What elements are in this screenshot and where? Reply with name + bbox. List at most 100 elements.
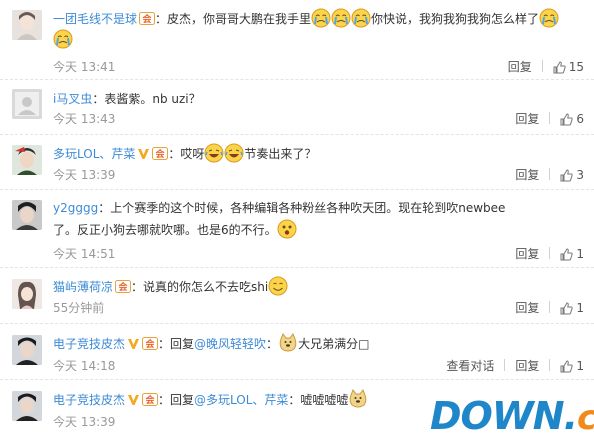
doge-emoji-icon bbox=[348, 389, 368, 409]
comment-text: ：皮杰，你哥哥大鹏在我手里 bbox=[155, 12, 312, 26]
thumbs-up-icon bbox=[560, 302, 574, 315]
avatar[interactable] bbox=[12, 89, 42, 119]
like-count: 1 bbox=[576, 247, 584, 261]
username-link[interactable]: 猫屿薄荷凉 bbox=[53, 280, 113, 294]
comment-actions: 回复 15 bbox=[508, 57, 584, 77]
laughing-emoji-icon bbox=[224, 143, 244, 163]
reply-button[interactable]: 回复 bbox=[508, 60, 532, 74]
comment-time: 今天 13:39 bbox=[53, 415, 116, 429]
comment-text: ：回复 bbox=[158, 393, 195, 407]
thumbs-up-icon bbox=[553, 61, 566, 74]
surprised-emoji-icon bbox=[277, 219, 297, 239]
username-link[interactable]: 电子竞技皮杰 bbox=[53, 337, 125, 351]
comment-time: 今天 14:51 bbox=[53, 247, 116, 261]
divider bbox=[504, 359, 506, 371]
comment-text: 大兄弟满分□ bbox=[298, 337, 370, 351]
comment-time: 今天 13:39 bbox=[53, 168, 116, 182]
mention-link[interactable]: @晚风轻轻吹 bbox=[194, 337, 266, 351]
divider bbox=[541, 60, 543, 72]
like-button[interactable]: 6 bbox=[560, 112, 584, 126]
svg-text:会: 会 bbox=[119, 281, 129, 293]
reply-button[interactable]: 回复 bbox=[515, 168, 539, 182]
crying-emoji-icon bbox=[311, 8, 331, 28]
smile-emoji-icon bbox=[268, 276, 288, 296]
comment-actions: 回复 1 bbox=[515, 298, 584, 318]
comment-text: ：说真的你怎么不去吃shi bbox=[131, 280, 269, 294]
laughing-emoji-icon bbox=[204, 143, 224, 163]
comment-time: 今天 13:41 bbox=[53, 60, 116, 74]
like-count: 1 bbox=[576, 359, 584, 373]
thumbs-up-icon bbox=[560, 360, 574, 373]
member-badge-icon: 会 bbox=[142, 393, 159, 406]
thumbs-up-icon bbox=[560, 113, 574, 126]
username-link[interactable]: i马叉虫 bbox=[53, 92, 92, 106]
reply-button[interactable]: 回复 bbox=[515, 359, 539, 373]
thumbs-up-icon bbox=[560, 169, 574, 182]
like-button[interactable]: 1 bbox=[560, 301, 584, 315]
avatar[interactable] bbox=[12, 335, 42, 365]
comment-feed: 一团毛线不是球会：皮杰，你哥哥大鹏在我手里 你快说，我狗我狗我狗怎么样了 今天 1… bbox=[0, 0, 594, 440]
comment-text: ：回复 bbox=[158, 337, 195, 351]
username-link[interactable]: 电子竞技皮杰 bbox=[53, 393, 125, 407]
comment-item: 一团毛线不是球会：皮杰，你哥哥大鹏在我手里 你快说，我狗我狗我狗怎么样了 今天 1… bbox=[0, 0, 594, 80]
verified-v-icon bbox=[137, 147, 150, 160]
username-link[interactable]: 多玩LOL、芹菜 bbox=[53, 147, 135, 161]
comment-text: ：嘘嘘嘘嘘 bbox=[288, 393, 349, 407]
comment-item: i马叉虫：表酱紫。nb uzi？ 今天 13:43 回复 6 bbox=[0, 80, 594, 135]
comment-text: ：哎呀 bbox=[168, 147, 205, 161]
thumbs-up-icon bbox=[560, 248, 574, 261]
comment-text: ：表酱紫。nb uzi？ bbox=[92, 92, 201, 106]
like-count: 6 bbox=[576, 112, 584, 126]
divider bbox=[549, 168, 551, 180]
mention-link[interactable]: @多玩LOL、芹菜 bbox=[194, 393, 288, 407]
reply-button[interactable]: 回复 bbox=[515, 301, 539, 315]
comment-time: 55分钟前 bbox=[53, 301, 105, 315]
comment-actions: 回复 1 bbox=[515, 244, 584, 264]
divider bbox=[549, 112, 551, 124]
avatar[interactable] bbox=[12, 391, 42, 421]
like-count: 3 bbox=[576, 168, 584, 182]
crying-emoji-icon bbox=[331, 8, 351, 28]
avatar[interactable] bbox=[12, 200, 42, 230]
svg-text:会: 会 bbox=[146, 338, 156, 350]
like-count: 1 bbox=[576, 301, 584, 315]
username-link[interactable]: y2gggg bbox=[53, 201, 98, 215]
member-badge-icon: 会 bbox=[115, 280, 132, 293]
doge-emoji-icon bbox=[278, 333, 298, 353]
member-badge-icon: 会 bbox=[139, 12, 156, 25]
comment-item: 猫屿薄荷凉会：说真的你怎么不去吃shi 55分钟前 回复 1 bbox=[0, 268, 594, 324]
svg-text:会: 会 bbox=[143, 13, 153, 25]
comment-item: 电子竞技皮杰 会：回复@晚风轻轻吹： 大兄弟满分□ 今天 14:18 查看对话 回复 1 bbox=[0, 324, 594, 380]
crying-emoji-icon bbox=[539, 8, 559, 28]
like-button[interactable]: 15 bbox=[553, 60, 584, 74]
verified-v-icon bbox=[127, 337, 140, 350]
like-count: 15 bbox=[568, 60, 584, 74]
reply-button[interactable]: 回复 bbox=[515, 112, 539, 126]
site-watermark-logo: DOWN.cc bbox=[424, 392, 594, 440]
comment-actions: 回复 3 bbox=[515, 165, 584, 185]
comment-item: y2gggg：上个赛季的这个时候，各种编辑各种粉丝各种吹天团。现在轮到吹newb… bbox=[0, 190, 594, 268]
svg-text:会: 会 bbox=[156, 148, 166, 160]
username-link[interactable]: 一团毛线不是球 bbox=[53, 12, 137, 26]
divider bbox=[549, 301, 551, 313]
member-badge-icon: 会 bbox=[152, 147, 169, 160]
reply-button[interactable]: 回复 bbox=[515, 247, 539, 261]
like-button[interactable]: 1 bbox=[560, 359, 584, 373]
like-button[interactable]: 1 bbox=[560, 247, 584, 261]
comment-time: 今天 14:18 bbox=[53, 359, 116, 373]
avatar[interactable] bbox=[12, 10, 42, 40]
svg-text:会: 会 bbox=[146, 394, 156, 406]
divider bbox=[549, 359, 551, 371]
comment-text: ： bbox=[266, 337, 279, 351]
avatar[interactable] bbox=[12, 279, 42, 309]
avatar[interactable] bbox=[12, 145, 42, 175]
comment-text: 节奏出来了？ bbox=[244, 147, 317, 161]
crying-emoji-icon bbox=[53, 29, 73, 49]
like-button[interactable]: 3 bbox=[560, 168, 584, 182]
comment-time: 今天 13:43 bbox=[53, 112, 116, 126]
comment-actions: 回复 6 bbox=[515, 109, 584, 129]
verified-v-icon bbox=[127, 393, 140, 406]
view-conversation-button[interactable]: 查看对话 bbox=[446, 359, 494, 373]
divider bbox=[549, 247, 551, 259]
comment-actions: 查看对话 回复 1 bbox=[446, 356, 584, 376]
